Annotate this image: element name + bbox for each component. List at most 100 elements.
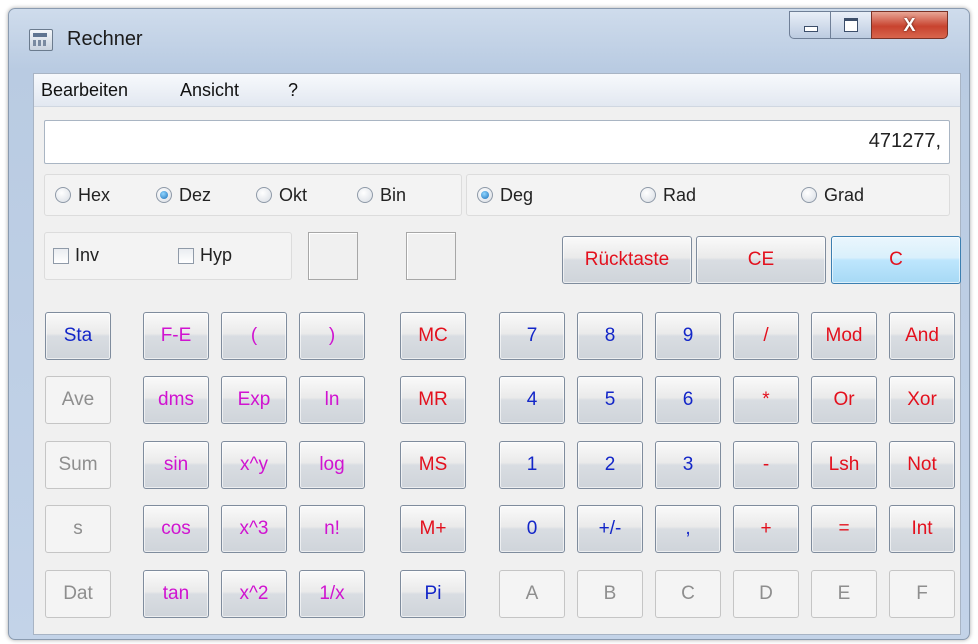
add-button[interactable]: + xyxy=(733,505,799,553)
maximize-button[interactable] xyxy=(830,11,872,39)
menu-bar: Bearbeiten Ansicht ? xyxy=(34,74,960,107)
multiply-button[interactable]: * xyxy=(733,376,799,424)
modifiers-group: Inv Hyp xyxy=(44,232,292,280)
minimize-button[interactable] xyxy=(789,11,831,39)
sum-button[interactable]: Sum xyxy=(45,441,111,489)
radio-rad[interactable]: Rad xyxy=(640,175,696,215)
fe-button[interactable]: F-E xyxy=(143,312,209,360)
backspace-button[interactable]: Rücktaste xyxy=(562,236,692,284)
statistics-button[interactable]: Sta xyxy=(45,312,111,360)
decimal-button[interactable]: , xyxy=(655,505,721,553)
hex-c-button[interactable]: C xyxy=(655,570,721,618)
clear-button[interactable]: C xyxy=(831,236,961,284)
digit-3-button[interactable]: 3 xyxy=(655,441,721,489)
memory-clear-button[interactable]: MC xyxy=(400,312,466,360)
close-icon: X xyxy=(903,15,916,35)
memory-recall-button[interactable]: MR xyxy=(400,376,466,424)
radio-circle xyxy=(357,187,373,203)
digit-1-button[interactable]: 1 xyxy=(499,441,565,489)
radio-circle xyxy=(256,187,272,203)
xor-button[interactable]: Xor xyxy=(889,376,955,424)
radio-grad[interactable]: Grad xyxy=(801,175,864,215)
log-button[interactable]: log xyxy=(299,441,365,489)
radio-bin[interactable]: Bin xyxy=(357,175,406,215)
digit-4-button[interactable]: 4 xyxy=(499,376,565,424)
radio-circle xyxy=(55,187,71,203)
radio-label: Hex xyxy=(78,184,111,205)
lsh-button[interactable]: Lsh xyxy=(811,441,877,489)
cube-button[interactable]: x^3 xyxy=(221,505,287,553)
and-button[interactable]: And xyxy=(889,312,955,360)
close-button[interactable]: X xyxy=(871,11,948,39)
square-button[interactable]: x^2 xyxy=(221,570,287,618)
radio-circle xyxy=(640,187,656,203)
digit-0-button[interactable]: 0 xyxy=(499,505,565,553)
digit-5-button[interactable]: 5 xyxy=(577,376,643,424)
hex-e-button[interactable]: E xyxy=(811,570,877,618)
clear-entry-button[interactable]: CE xyxy=(696,236,826,284)
radio-label: Okt xyxy=(279,184,308,205)
checkbox-label: Hyp xyxy=(200,245,233,265)
inv-checkbox[interactable]: Inv xyxy=(53,245,99,266)
or-button[interactable]: Or xyxy=(811,376,877,424)
sin-button[interactable]: sin xyxy=(143,441,209,489)
not-button[interactable]: Not xyxy=(889,441,955,489)
ln-button[interactable]: ln xyxy=(299,376,365,424)
calculator-window: Rechner X Bearbeiten Ansicht ? 471277, H… xyxy=(8,8,970,640)
tan-button[interactable]: tan xyxy=(143,570,209,618)
pi-button[interactable]: Pi xyxy=(400,570,466,618)
hex-d-button[interactable]: D xyxy=(733,570,799,618)
calculator-icon xyxy=(29,29,53,51)
parenthesis-indicator xyxy=(308,232,358,280)
maximize-icon xyxy=(844,18,858,32)
radio-hex[interactable]: Hex xyxy=(55,175,110,215)
hyp-checkbox[interactable]: Hyp xyxy=(178,245,232,266)
memory-store-button[interactable]: MS xyxy=(400,441,466,489)
display-value: 471277, xyxy=(868,130,941,152)
checkbox-label: Inv xyxy=(75,245,100,265)
data-button[interactable]: Dat xyxy=(45,570,111,618)
reciprocal-button[interactable]: 1/x xyxy=(299,570,365,618)
digit-2-button[interactable]: 2 xyxy=(577,441,643,489)
checkbox-box xyxy=(178,247,194,264)
mod-button[interactable]: Mod xyxy=(811,312,877,360)
open-parenthesis-button[interactable]: ( xyxy=(221,312,287,360)
title-bar[interactable]: Rechner X xyxy=(9,9,969,67)
radio-circle-checked xyxy=(156,187,172,203)
factorial-button[interactable]: n! xyxy=(299,505,365,553)
radio-okt[interactable]: Okt xyxy=(256,175,307,215)
memory-add-button[interactable]: M+ xyxy=(400,505,466,553)
radio-circle-checked xyxy=(477,187,493,203)
angle-mode-group: Deg Rad Grad xyxy=(466,174,950,216)
digit-8-button[interactable]: 8 xyxy=(577,312,643,360)
int-button[interactable]: Int xyxy=(889,505,955,553)
digit-9-button[interactable]: 9 xyxy=(655,312,721,360)
sign-toggle-button[interactable]: +/- xyxy=(577,505,643,553)
subtract-button[interactable]: - xyxy=(733,441,799,489)
hex-b-button[interactable]: B xyxy=(577,570,643,618)
divide-button[interactable]: / xyxy=(733,312,799,360)
average-button[interactable]: Ave xyxy=(45,376,111,424)
hex-a-button[interactable]: A xyxy=(499,570,565,618)
menu-ansicht[interactable]: Ansicht xyxy=(180,80,239,101)
cos-button[interactable]: cos xyxy=(143,505,209,553)
standard-deviation-button[interactable]: s xyxy=(45,505,111,553)
radio-circle xyxy=(801,187,817,203)
digit-6-button[interactable]: 6 xyxy=(655,376,721,424)
hex-f-button[interactable]: F xyxy=(889,570,955,618)
menu-help[interactable]: ? xyxy=(288,80,298,101)
calculator-body: Bearbeiten Ansicht ? 471277, Hex Dez Okt xyxy=(33,73,961,635)
digit-7-button[interactable]: 7 xyxy=(499,312,565,360)
radio-deg[interactable]: Deg xyxy=(477,175,533,215)
result-display: 471277, xyxy=(44,120,950,164)
radio-label: Deg xyxy=(500,184,534,205)
radio-label: Rad xyxy=(663,184,697,205)
exp-button[interactable]: Exp xyxy=(221,376,287,424)
menu-bearbeiten[interactable]: Bearbeiten xyxy=(41,80,128,101)
power-button[interactable]: x^y xyxy=(221,441,287,489)
close-parenthesis-button[interactable]: ) xyxy=(299,312,365,360)
dms-button[interactable]: dms xyxy=(143,376,209,424)
window-title: Rechner xyxy=(67,28,143,50)
radio-dez[interactable]: Dez xyxy=(156,175,211,215)
equals-button[interactable]: = xyxy=(811,505,877,553)
